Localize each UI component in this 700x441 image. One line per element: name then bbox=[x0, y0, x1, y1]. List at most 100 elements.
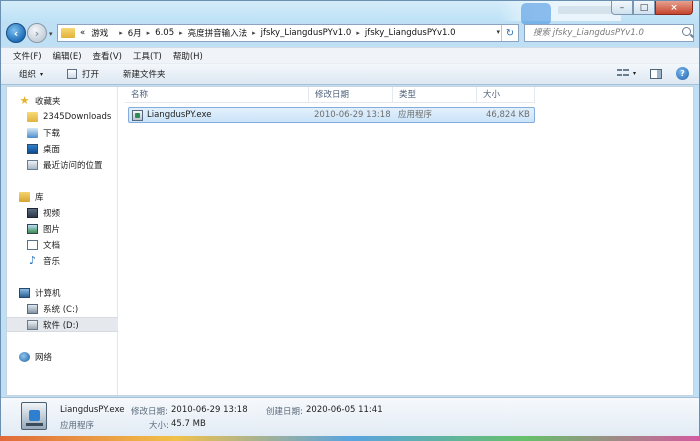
library-icon bbox=[19, 191, 30, 202]
details-filename: LiangdusPY.exe bbox=[60, 405, 125, 415]
chevron-right-icon[interactable]: ▸ bbox=[179, 29, 183, 37]
views-icon[interactable] bbox=[616, 68, 629, 79]
breadcrumb-item-june[interactable]: 6月 bbox=[128, 27, 142, 39]
organize-label: 组织 bbox=[19, 70, 37, 80]
details-modified-value: 2010-06-29 13:18 bbox=[171, 405, 248, 415]
sidebar-label: 图片 bbox=[43, 224, 61, 235]
address-dropdown[interactable]: ▾ bbox=[496, 28, 500, 36]
menu-help[interactable]: 帮助(H) bbox=[173, 50, 203, 62]
sidebar-item-libraries[interactable]: 库 bbox=[19, 189, 130, 204]
blurred-text bbox=[558, 6, 618, 14]
new-folder-button[interactable]: 新建文件夹 bbox=[123, 68, 166, 80]
sidebar-item-pictures[interactable]: 图片 bbox=[27, 221, 138, 236]
sidebar-item-network[interactable]: 网络 bbox=[19, 349, 130, 364]
sidebar-item-drive-d[interactable]: 软件 (D:) bbox=[7, 317, 118, 332]
menu-file[interactable]: 文件(F) bbox=[13, 50, 42, 62]
chevron-right-icon[interactable]: ▸ bbox=[147, 29, 151, 37]
open-label: 打开 bbox=[82, 70, 100, 80]
help-icon[interactable]: ? bbox=[676, 67, 689, 80]
navigation-pane[interactable]: ★ 收藏夹 2345Downloads 下载 桌面 最近访问的位置 库 视频 图… bbox=[7, 87, 118, 395]
sidebar-item-2345downloads[interactable]: 2345Downloads bbox=[27, 109, 138, 124]
sidebar-label: 2345Downloads bbox=[43, 111, 112, 122]
system-drive-icon bbox=[27, 303, 38, 314]
chevron-right-icon[interactable]: ▸ bbox=[356, 29, 360, 37]
drive-icon bbox=[27, 319, 38, 330]
breadcrumb: « 游戏 ▸ 6月 ▸ 6.05 ▸ 亮度拼音输入法 ▸ jfsky_Liang… bbox=[80, 27, 456, 39]
music-icon: ♪ bbox=[28, 253, 37, 267]
menu-view[interactable]: 查看(V) bbox=[93, 50, 122, 62]
file-name-cell: LiangdusPY.exe bbox=[132, 108, 212, 122]
video-icon bbox=[27, 207, 38, 218]
title-bar[interactable]: – □ × bbox=[1, 1, 699, 25]
explorer-window: – □ × ‹ › ▾ « 游戏 ▸ 6月 ▸ 6.05 ▸ 亮度拼音输入法 ▸… bbox=[0, 0, 700, 441]
sidebar-label: 计算机 bbox=[35, 288, 61, 299]
sidebar-item-computer[interactable]: 计算机 bbox=[19, 285, 130, 300]
application-icon bbox=[132, 109, 143, 121]
pictures-icon bbox=[27, 223, 38, 234]
sidebar-label: 音乐 bbox=[43, 256, 61, 267]
file-list[interactable]: 名称 修改日期 类型 大小 LiangdusPY.exe 2010-06-29 … bbox=[125, 87, 693, 395]
sidebar-label: 下载 bbox=[43, 128, 61, 139]
sidebar-label: 库 bbox=[35, 192, 44, 203]
breadcrumb-item-youxi[interactable]: 游戏 bbox=[91, 27, 108, 39]
table-row[interactable]: LiangdusPY.exe 2010-06-29 13:18 应用程序 46,… bbox=[128, 107, 535, 123]
sidebar-item-documents[interactable]: 文档 bbox=[27, 237, 138, 252]
column-header-name[interactable]: 名称 bbox=[125, 87, 309, 103]
file-modified: 2010-06-29 13:18 bbox=[314, 110, 391, 120]
open-button[interactable]: 打开 bbox=[67, 68, 99, 80]
breadcrumb-item-jfsky-2[interactable]: jfsky_LiangdusPYv1.0 bbox=[365, 28, 456, 38]
search-input[interactable]: 搜索 jfsky_LiangdusPYv1.0 bbox=[524, 24, 694, 42]
chevron-down-icon[interactable]: ▾ bbox=[633, 70, 636, 77]
sidebar-label: 系统 (C:) bbox=[43, 304, 79, 315]
chevron-right-icon[interactable]: ▸ bbox=[252, 29, 256, 37]
sidebar-label: 网络 bbox=[35, 352, 53, 363]
sidebar-item-recent-places[interactable]: 最近访问的位置 bbox=[27, 157, 138, 172]
sidebar-item-desktop[interactable]: 桌面 bbox=[27, 141, 138, 156]
organize-button[interactable]: 组织 ▾ bbox=[19, 68, 43, 80]
application-icon bbox=[21, 402, 47, 430]
menu-tools[interactable]: 工具(T) bbox=[133, 50, 162, 62]
computer-icon bbox=[19, 287, 30, 298]
open-icon bbox=[67, 69, 78, 79]
sidebar-label: 视频 bbox=[43, 208, 61, 219]
recent-places-icon bbox=[27, 159, 38, 170]
column-header-modified[interactable]: 修改日期 bbox=[309, 87, 393, 103]
sidebar-item-videos[interactable]: 视频 bbox=[27, 205, 138, 220]
sidebar-label: 最近访问的位置 bbox=[43, 160, 103, 171]
details-created-value: 2020-06-05 11:41 bbox=[306, 405, 383, 415]
details-type: 应用程序 bbox=[60, 421, 95, 431]
details-size-label: 大小: bbox=[149, 421, 169, 431]
column-header-type[interactable]: 类型 bbox=[393, 87, 477, 103]
preview-pane-icon[interactable] bbox=[650, 68, 662, 79]
sidebar-item-downloads[interactable]: 下载 bbox=[27, 125, 138, 140]
sidebar-item-favorites[interactable]: ★ 收藏夹 bbox=[19, 93, 130, 108]
menu-edit[interactable]: 编辑(E) bbox=[53, 50, 82, 62]
command-bar: 组织 ▾ 打开 新建文件夹 ▾ ? bbox=[1, 63, 699, 85]
breadcrumb-item-ime[interactable]: 亮度拼音输入法 bbox=[188, 27, 248, 39]
network-icon bbox=[19, 351, 30, 362]
search-icon[interactable] bbox=[682, 27, 691, 36]
desktop-icon bbox=[27, 143, 38, 154]
chevron-right-icon[interactable]: ▸ bbox=[119, 29, 123, 37]
sidebar-item-drive-c[interactable]: 系统 (C:) bbox=[27, 301, 138, 316]
sidebar-label: 收藏夹 bbox=[35, 96, 61, 107]
close-button[interactable]: × bbox=[655, 1, 693, 15]
breadcrumb-overflow[interactable]: « bbox=[80, 28, 85, 38]
column-header-size[interactable]: 大小 bbox=[477, 87, 535, 103]
folder-icon bbox=[61, 28, 75, 38]
refresh-icon[interactable]: ↻ bbox=[501, 25, 518, 41]
view-controls: ▾ ? bbox=[616, 67, 689, 80]
breadcrumb-item-jfsky-1[interactable]: jfsky_LiangdusPYv1.0 bbox=[261, 28, 352, 38]
minimize-button[interactable]: – bbox=[611, 1, 633, 15]
details-created-label: 创建日期: bbox=[266, 407, 303, 417]
recent-pages-dropdown[interactable]: ▾ bbox=[49, 30, 53, 38]
address-bar[interactable]: « 游戏 ▸ 6月 ▸ 6.05 ▸ 亮度拼音输入法 ▸ jfsky_Liang… bbox=[57, 24, 519, 42]
details-modified-label: 修改日期: bbox=[131, 407, 168, 417]
maximize-button[interactable]: □ bbox=[633, 1, 655, 15]
column-headers: 名称 修改日期 类型 大小 bbox=[125, 87, 535, 103]
folder-icon bbox=[27, 111, 38, 122]
back-button[interactable]: ‹ bbox=[6, 23, 26, 43]
sidebar-item-music[interactable]: ♪ 音乐 bbox=[27, 253, 138, 268]
breadcrumb-item-605[interactable]: 6.05 bbox=[155, 28, 174, 38]
forward-button[interactable]: › bbox=[27, 23, 47, 43]
